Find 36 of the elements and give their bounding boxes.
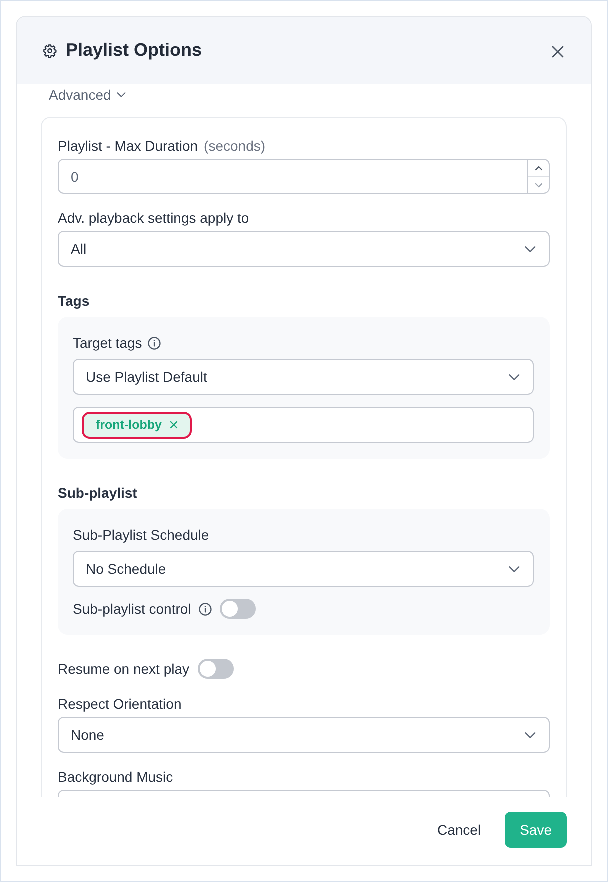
field-label: Target tags (73, 335, 142, 351)
dialog-title: Playlist Options (66, 40, 204, 61)
chevron-down-icon (509, 566, 520, 572)
select-field[interactable]: Use Playlist Default (73, 359, 534, 395)
field-label: Resume on next play (58, 661, 190, 677)
info-icon[interactable] (199, 602, 212, 616)
chevron-up-icon (534, 166, 542, 170)
gear-icon (43, 44, 57, 58)
cancel-button[interactable]: Cancel (437, 812, 482, 848)
select-field[interactable]: No Schedule (73, 551, 534, 587)
chevron-down-icon (525, 732, 536, 738)
field-label: Respect Orientation (58, 696, 182, 712)
toggle-switch[interactable] (220, 599, 256, 619)
number-input[interactable]: 0 (58, 159, 550, 194)
section-title: Sub-playlist (58, 484, 138, 503)
section-title: Tags (58, 292, 91, 311)
field-label: Playlist - Max Duration (58, 138, 198, 154)
info-icon[interactable] (148, 336, 162, 350)
input-value: 0 (70, 168, 80, 186)
tag-label: front-lobby (96, 418, 162, 432)
select-field[interactable]: All (58, 231, 550, 267)
close-icon (552, 46, 564, 58)
advanced-toggle[interactable]: Advanced (41, 84, 126, 106)
chevron-down-icon (117, 92, 126, 98)
close-icon[interactable] (170, 421, 178, 429)
chevron-down-icon (534, 182, 542, 188)
chevron-down-icon (509, 374, 520, 380)
toggle-switch[interactable] (198, 659, 234, 679)
close-button[interactable] (551, 44, 565, 58)
field-label: Sub-Playlist Schedule (73, 527, 210, 543)
select-field[interactable]: None (58, 717, 550, 753)
chevron-down-icon (525, 246, 536, 252)
hint-text: (seconds) (204, 138, 266, 154)
field-label: Sub-playlist control (73, 601, 192, 617)
field-label: Background Music (58, 769, 174, 785)
field-label: Adv. playback settings apply to (58, 210, 250, 226)
